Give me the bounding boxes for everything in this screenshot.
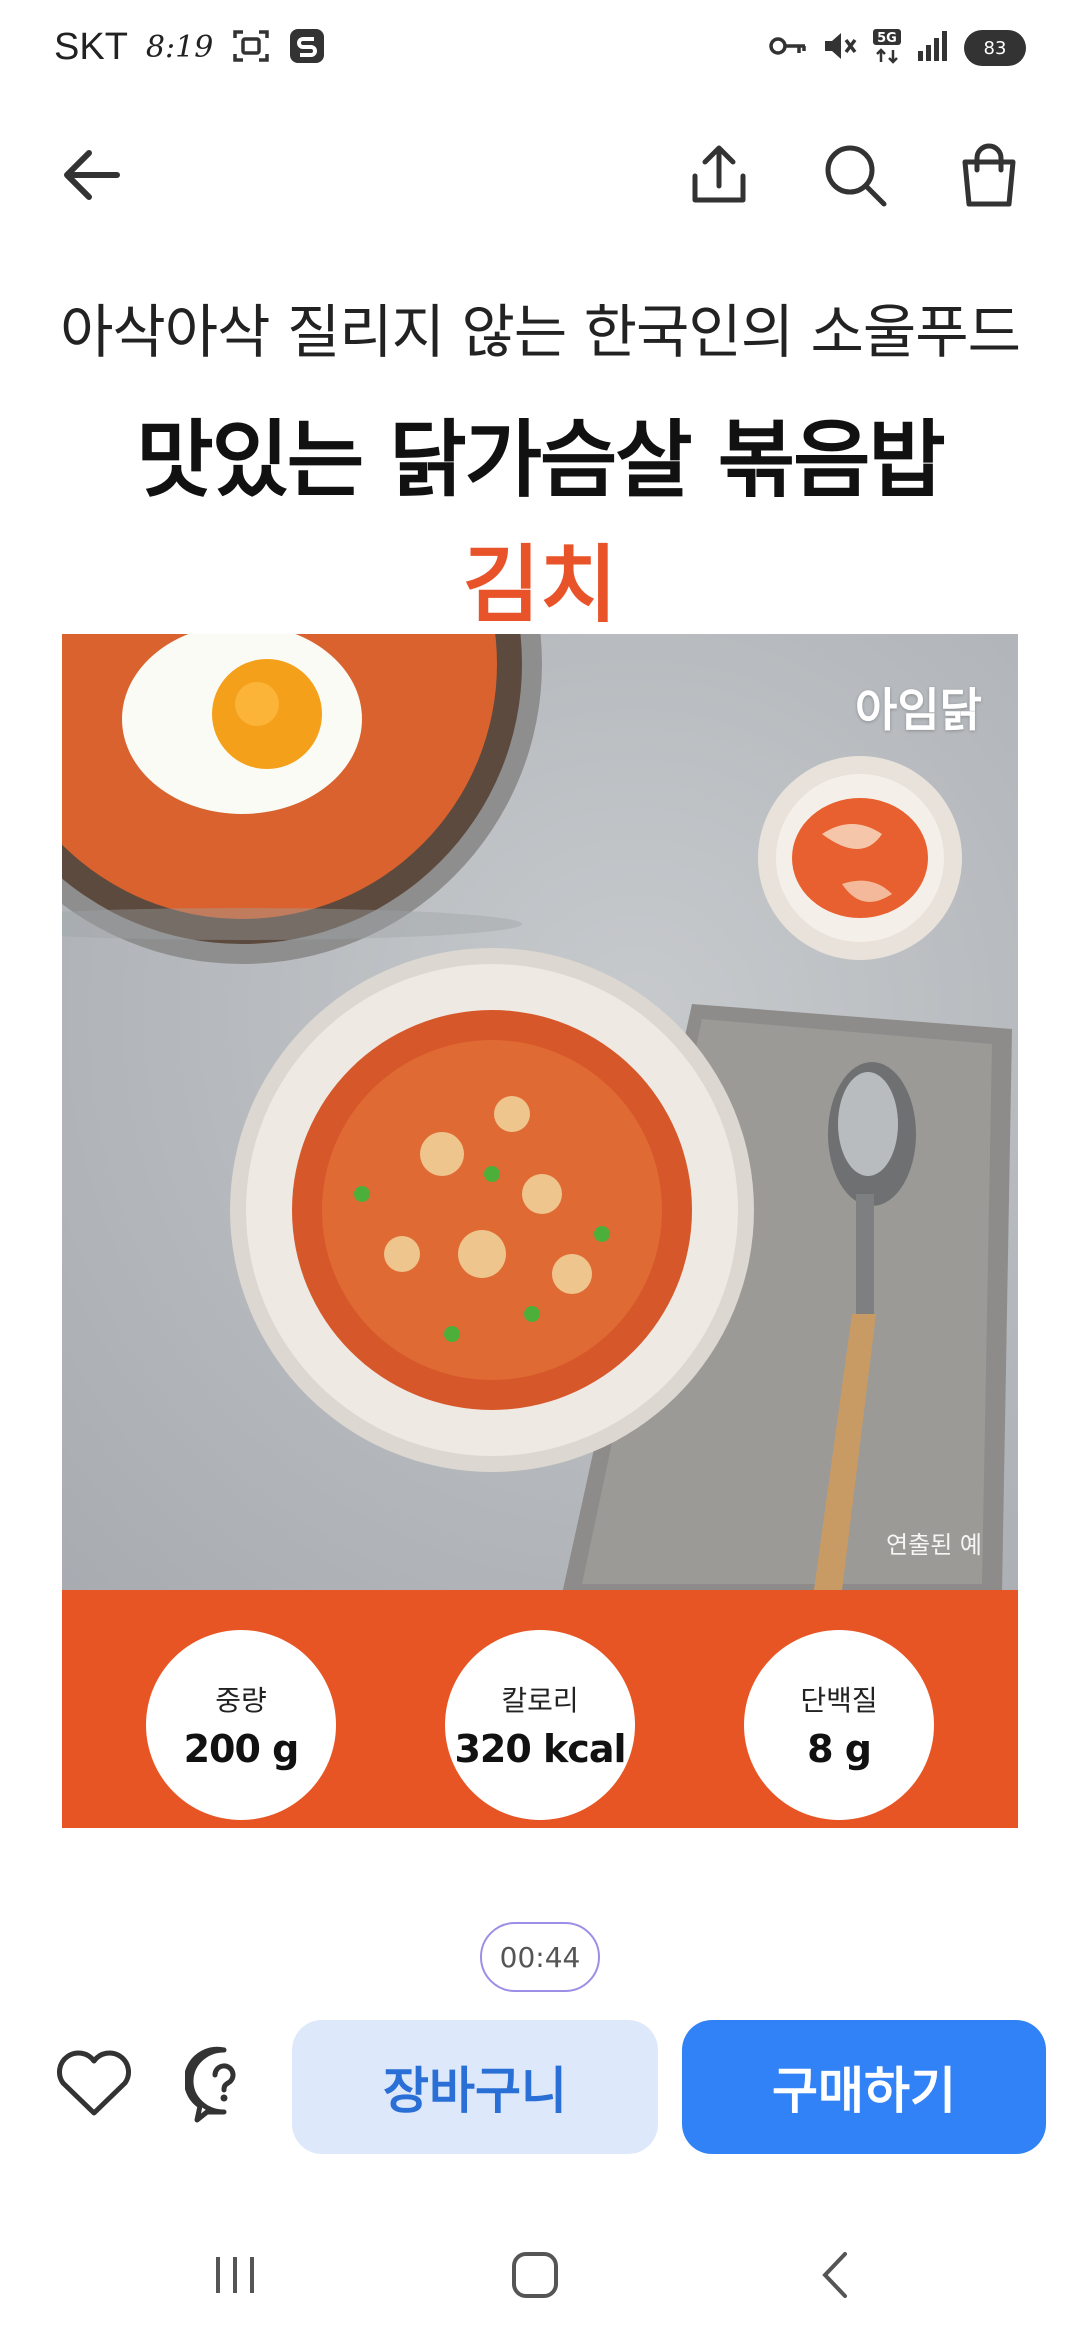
search-button[interactable] bbox=[800, 120, 910, 230]
nutrition-label: 칼로리 bbox=[501, 1684, 579, 1717]
home-icon bbox=[512, 2252, 558, 2298]
nutrition-value: 320 kcal bbox=[454, 1727, 626, 1771]
mute-icon bbox=[822, 29, 858, 67]
battery-indicator: 83 bbox=[964, 30, 1026, 66]
like-button[interactable] bbox=[46, 2036, 142, 2132]
status-time: 8:19 bbox=[145, 30, 214, 65]
nutrition-label: 단백질 bbox=[800, 1684, 878, 1717]
home-button[interactable] bbox=[490, 2240, 580, 2310]
product-flavor: 김치 bbox=[462, 536, 618, 634]
screenshot-icon bbox=[231, 28, 271, 68]
recents-button[interactable] bbox=[190, 2240, 280, 2310]
status-bar: SKT 8:19 5G 83 bbox=[0, 0, 1080, 100]
product-subtitle: 아삭아삭 질리지 않는 한국인의 소울푸드 bbox=[60, 298, 1021, 366]
inquiry-button[interactable] bbox=[176, 2036, 272, 2132]
nutrition-value: 200 g bbox=[183, 1727, 300, 1771]
add-to-cart-button[interactable]: 장바구니 bbox=[292, 2020, 658, 2154]
key-icon bbox=[768, 34, 808, 62]
back-arrow-icon bbox=[64, 150, 120, 200]
carrier-label: SKT bbox=[54, 26, 128, 68]
product-title: 맛있는 닭가슴살 볶음밥 bbox=[136, 411, 945, 509]
brand-logo: 아임닭 bbox=[855, 683, 982, 737]
search-icon bbox=[825, 145, 887, 207]
nutrition-value: 8 g bbox=[807, 1727, 872, 1771]
recents-icon bbox=[216, 2257, 254, 2293]
product-image: 아임닭 연출된 예 bbox=[62, 634, 1018, 1590]
heart-icon bbox=[57, 2050, 131, 2116]
shopping-bag-icon bbox=[962, 143, 1016, 207]
svg-text:5G: 5G bbox=[877, 31, 897, 46]
nutrition-badge-protein: 단백질 8 g bbox=[744, 1630, 934, 1820]
chevron-left-icon bbox=[822, 2252, 847, 2298]
bottom-action-bar: 장바구니 구매하기 bbox=[0, 2016, 1080, 2156]
top-nav bbox=[0, 120, 1080, 230]
image-caption: 연출된 예 bbox=[886, 1531, 982, 1559]
cart-bag-button[interactable] bbox=[934, 120, 1044, 230]
nutrition-label: 중량 bbox=[215, 1684, 267, 1717]
share-button[interactable] bbox=[664, 120, 774, 230]
nutrition-badge-calories: 칼로리 320 kcal bbox=[445, 1630, 635, 1820]
share-icon bbox=[692, 145, 746, 203]
question-icon bbox=[185, 2046, 236, 2123]
product-headline: 아삭아삭 질리지 않는 한국인의 소울푸드 맛있는 닭가슴살 볶음밥 김치 bbox=[0, 285, 1080, 639]
network-5g-icon: 5G bbox=[872, 28, 902, 68]
signal-icon bbox=[916, 29, 950, 67]
samsung-s-icon bbox=[289, 28, 325, 68]
nutrition-badge-weight: 중량 200 g bbox=[146, 1630, 336, 1820]
system-back-button[interactable] bbox=[790, 2240, 880, 2310]
product-illustration bbox=[62, 634, 1012, 1590]
system-nav-bar bbox=[0, 2220, 1080, 2320]
back-button[interactable] bbox=[36, 120, 146, 230]
nutrition-strip: 중량 200 g 칼로리 320 kcal 단백질 8 g bbox=[62, 1590, 1018, 1828]
buy-now-button[interactable]: 구매하기 bbox=[682, 2020, 1046, 2154]
timer-pill: 00:44 bbox=[480, 1922, 600, 1992]
